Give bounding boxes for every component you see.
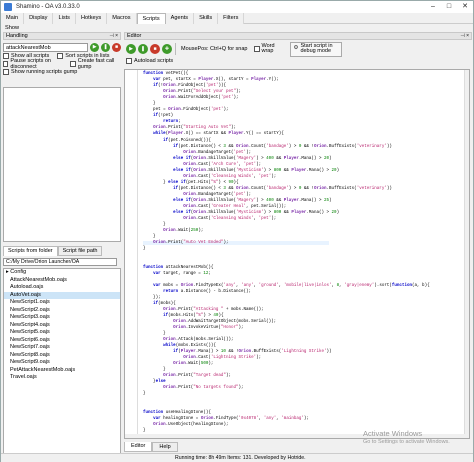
list-item[interactable]: ▸ Config [4,269,120,277]
title-bar: Shamino - OA v3.0.33.0 – □ ✕ [1,1,473,13]
editor-vertical-scrollbar[interactable] [464,70,469,438]
maximize-button[interactable]: □ [441,1,457,13]
checkbox-label: Create fast call gump [77,58,115,70]
run-icon[interactable]: ▶ [126,44,136,54]
main-tabs: Main Display Lists Hotkeys Macros Script… [1,13,473,24]
tab-display[interactable]: Display [24,13,54,24]
editor-bottom-tabs: Editor Help [124,442,178,452]
checkbox-label: Word wrap [261,43,275,54]
save-icon[interactable]: ✚ [162,44,172,54]
tab-macros[interactable]: Macros [107,13,137,24]
file-name: Config [10,269,27,275]
autoload-check[interactable]: Autoload scripts [126,57,472,65]
editor-header: Editor ⊣ × [124,32,472,40]
mousepos-label: MousePos: Ctrl+Q for snap [181,46,248,52]
list-item[interactable]: NewScript8.oajs [4,352,120,360]
activation-subtitle: Go to Settings to activate Windows. [363,439,450,445]
tab-lists[interactable]: Lists [53,13,76,24]
list-item[interactable]: PetAttackNearestMob.oajs [4,367,120,375]
handling-title: Handling [6,33,28,39]
debug-icon: ⚙ [293,45,299,52]
list-item[interactable]: NewScript7.oajs [4,344,120,352]
list-item[interactable]: NewScript9.oajs [4,359,120,367]
minimize-button[interactable]: – [425,1,441,13]
word-wrap-check[interactable]: Word wrap [253,43,284,54]
tab-script-file-path[interactable]: Script file path [57,246,103,256]
script-name-input[interactable]: attackNearestMob [3,42,89,52]
editor-title: Editor [127,33,142,39]
file-list: ▸ Config AttackNearestMob.oajs Autoload.… [3,268,121,460]
handling-panel: Handling ⊣ × attackNearestMob ▶ ❚ ■ Show… [3,32,122,460]
pin-icon[interactable]: ⊣ × [109,33,118,40]
list-item[interactable]: AutoVet.oajs [4,291,120,299]
list-item[interactable]: NewScript3.oajs [4,314,120,322]
left-tab-strip: Scripts from folder Script file path [3,246,121,256]
editor-toolbar: ▶ ❚ ■ ✚ MousePos: Ctrl+Q for snap Word w… [124,41,472,57]
toolbar-separator [175,43,176,55]
stop-icon[interactable]: ■ [112,42,122,52]
list-item[interactable]: Travel.oajs [4,374,120,382]
tab-scripts-from-folder[interactable]: Scripts from folder [3,246,58,256]
pause-icon[interactable]: ❚ [101,42,111,52]
code-editor[interactable]: function vetPet(){ var pet, startX = Pla… [124,69,470,439]
checkbox[interactable] [126,58,132,64]
handling-header: Handling ⊣ × [3,32,121,40]
stop-icon[interactable]: ■ [150,44,160,54]
script-code: function vetPet(){ var pet, startX = Pla… [143,72,430,433]
list-item[interactable]: NewScript1.oajs [4,299,120,307]
app-window: Shamino - OA v3.0.33.0 – □ ✕ Main Displa… [0,0,474,462]
tab-help[interactable]: Help [152,442,178,452]
tab-agents[interactable]: Agents [165,13,195,24]
list-item[interactable]: NewScript5.oajs [4,329,120,337]
status-bar: Running time: 8h 49m Items: 131. Develop… [1,453,473,462]
checkbox[interactable] [3,69,9,75]
editor-panel: Editor ⊣ × ▶ ❚ ■ ✚ MousePos: Ctrl+Q for … [124,32,472,458]
pause-icon[interactable]: ❚ [138,44,148,54]
mob-row: attackNearestMob ▶ ❚ ■ [3,42,122,52]
show-label[interactable]: Show [5,25,19,31]
checkbox[interactable] [3,61,9,67]
activate-windows-watermark: Activate Windows Go to Settings to activ… [363,429,450,447]
checkbox[interactable] [253,46,260,52]
tab-main[interactable]: Main [1,13,25,24]
checkbox-label: Show running scripts gump [11,69,78,75]
pin-icon[interactable]: ⊣ × [460,33,469,40]
run-icon[interactable]: ▶ [90,42,100,52]
pause-scripts-check[interactable]: Pause scripts on disconnect Create fast … [3,58,121,70]
list-item[interactable]: NewScript6.oajs [4,337,120,345]
checkbox[interactable] [70,61,76,67]
tab-filters[interactable]: Filters [218,13,245,24]
list-item[interactable]: Autoload.oajs [4,284,120,292]
list-item[interactable]: NewScript2.oajs [4,307,120,315]
tab-editor[interactable]: Editor [124,442,153,452]
activation-title: Activate Windows [363,429,423,438]
line-gutter [125,70,138,438]
start-debug-label: Start script in debug mode [300,42,333,54]
tab-scripts[interactable]: Scripts [136,13,166,24]
file-browser: Scripts from folder Script file path C:/… [3,244,121,460]
app-icon [4,3,12,11]
list-item[interactable]: AttackNearestMob.oajs [4,277,120,285]
tab-skills[interactable]: Skills [194,13,219,24]
start-debug-button[interactable]: ⚙ Start script in debug mode [289,41,343,57]
tab-hotkeys[interactable]: Hotkeys [75,13,108,24]
running-scripts-list[interactable] [3,87,121,242]
list-item[interactable]: NewScript4.oajs [4,322,120,330]
checkbox[interactable] [3,53,9,59]
checkbox-label: Autoload scripts [134,58,174,64]
window-title: Shamino - OA v3.0.33.0 [16,4,80,10]
close-button[interactable]: ✕ [457,1,473,13]
folder-path-input[interactable]: C:/My Drive/Orion Launcher/OA [3,258,117,266]
